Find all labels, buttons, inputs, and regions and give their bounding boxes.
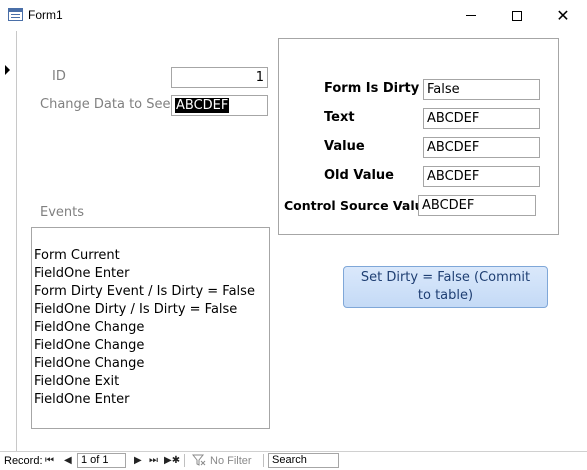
value-label: Value <box>324 139 365 154</box>
record-selector[interactable] <box>0 31 17 451</box>
value-field[interactable]: ABCDEF <box>423 137 540 158</box>
maximize-icon <box>512 10 522 21</box>
form-is-dirty-label: Form Is Dirty <box>324 81 420 96</box>
funnel-icon <box>191 454 206 466</box>
control-source-field[interactable]: ABCDEF <box>418 195 536 216</box>
old-value-label: Old Value <box>324 168 394 183</box>
filter-status[interactable]: No Filter <box>210 454 252 468</box>
text-label: Text <box>324 110 355 125</box>
previous-record-icon[interactable]: ◀ <box>64 454 72 468</box>
text-field[interactable]: ABCDEF <box>423 108 540 129</box>
nav-divider <box>184 454 185 467</box>
nav-divider <box>263 454 264 467</box>
list-item: FieldOne Exit <box>34 374 120 389</box>
id-label: ID <box>52 69 66 84</box>
change-data-label: Change Data to See <box>40 97 171 112</box>
close-icon: ✕ <box>556 6 570 25</box>
list-item: FieldOne Enter <box>34 266 130 281</box>
new-record-icon[interactable]: ▶✱ <box>164 454 180 468</box>
change-data-field[interactable]: ABCDEF <box>171 95 268 116</box>
old-value-field[interactable]: ABCDEF <box>423 166 540 187</box>
record-navigation-bar: Record: ⏮ ◀ 1 of 1 ▶ ⏭ ▶✱ No Filter Sear… <box>0 451 587 469</box>
form-icon <box>8 8 23 21</box>
filter-icon[interactable] <box>191 454 206 468</box>
maximize-button[interactable] <box>494 0 540 31</box>
minimize-icon <box>466 15 476 16</box>
search-input[interactable]: Search <box>268 453 339 468</box>
current-record-field[interactable]: 1 of 1 <box>77 453 126 468</box>
list-item: FieldOne Change <box>34 338 145 353</box>
minimize-button[interactable] <box>448 0 494 31</box>
record-label: Record: <box>4 455 43 467</box>
events-list[interactable]: Form Current FieldOne Enter Form Dirty E… <box>31 227 270 429</box>
first-record-icon[interactable]: ⏮ <box>45 454 54 468</box>
last-record-icon[interactable]: ⏭ <box>149 454 158 468</box>
id-field[interactable]: 1 <box>171 67 268 88</box>
control-source-label: Control Source Value <box>284 198 433 213</box>
close-button[interactable]: ✕ <box>540 0 586 31</box>
current-record-arrow-icon <box>5 65 10 75</box>
title-bar: Form1 ✕ <box>0 0 587 31</box>
set-dirty-false-button[interactable]: Set Dirty = False (Commit to table) <box>343 266 548 308</box>
list-item: FieldOne Dirty / Is Dirty = False <box>34 302 238 317</box>
list-item: FieldOne Enter <box>34 392 130 407</box>
list-item: FieldOne Change <box>34 356 145 371</box>
change-data-value: ABCDEF <box>175 98 230 113</box>
next-record-icon[interactable]: ▶ <box>134 454 142 468</box>
list-item: FieldOne Change <box>34 320 145 335</box>
list-item: Form Current <box>34 248 120 263</box>
form-is-dirty-field[interactable]: False <box>423 79 540 100</box>
window-title: Form1 <box>28 8 63 22</box>
list-item: Form Dirty Event / Is Dirty = False <box>34 284 255 299</box>
events-label: Events <box>40 205 85 220</box>
